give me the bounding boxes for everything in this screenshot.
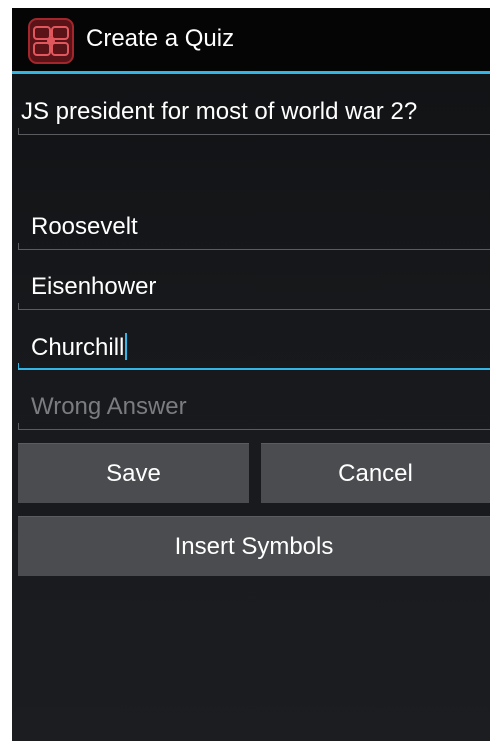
text-cursor (125, 333, 128, 360)
wrong-answer-placeholder: Wrong Answer (31, 393, 187, 420)
save-button[interactable]: Save (18, 443, 249, 503)
answer-3-text-wrap: Churchill (31, 333, 128, 362)
field-underline-left-tick (18, 243, 19, 250)
question-text: JS president for most of world war 2? (21, 98, 418, 125)
field-underline (18, 429, 490, 430)
field-underline (18, 134, 490, 135)
action-bar: Create a Quiz (12, 8, 490, 74)
answer-field-2[interactable]: Eisenhower (18, 264, 490, 310)
field-underline (18, 249, 490, 250)
field-underline-left-tick (18, 303, 19, 310)
question-field[interactable]: JS president for most of world war 2? (18, 89, 490, 135)
field-underline-left-tick (18, 363, 19, 370)
field-underline-left-tick (18, 423, 19, 430)
insert-symbols-button[interactable]: Insert Symbols (18, 516, 490, 576)
field-underline-focused (18, 368, 490, 370)
answer-1-text: Roosevelt (31, 213, 138, 240)
answer-field-1[interactable]: Roosevelt (18, 204, 490, 250)
wrong-answer-field[interactable]: Wrong Answer (18, 384, 490, 430)
quiz-app-logo-icon[interactable] (27, 17, 75, 65)
answer-3-text: Churchill (31, 334, 125, 361)
answer-2-text: Eisenhower (31, 273, 157, 300)
answer-field-3[interactable]: Churchill (18, 324, 490, 370)
page-title: Create a Quiz (86, 25, 235, 52)
field-underline (18, 309, 490, 310)
field-underline-left-tick (18, 128, 19, 135)
cancel-button[interactable]: Cancel (261, 443, 490, 503)
screen: Create a Quiz JS president for most of w… (12, 8, 490, 741)
